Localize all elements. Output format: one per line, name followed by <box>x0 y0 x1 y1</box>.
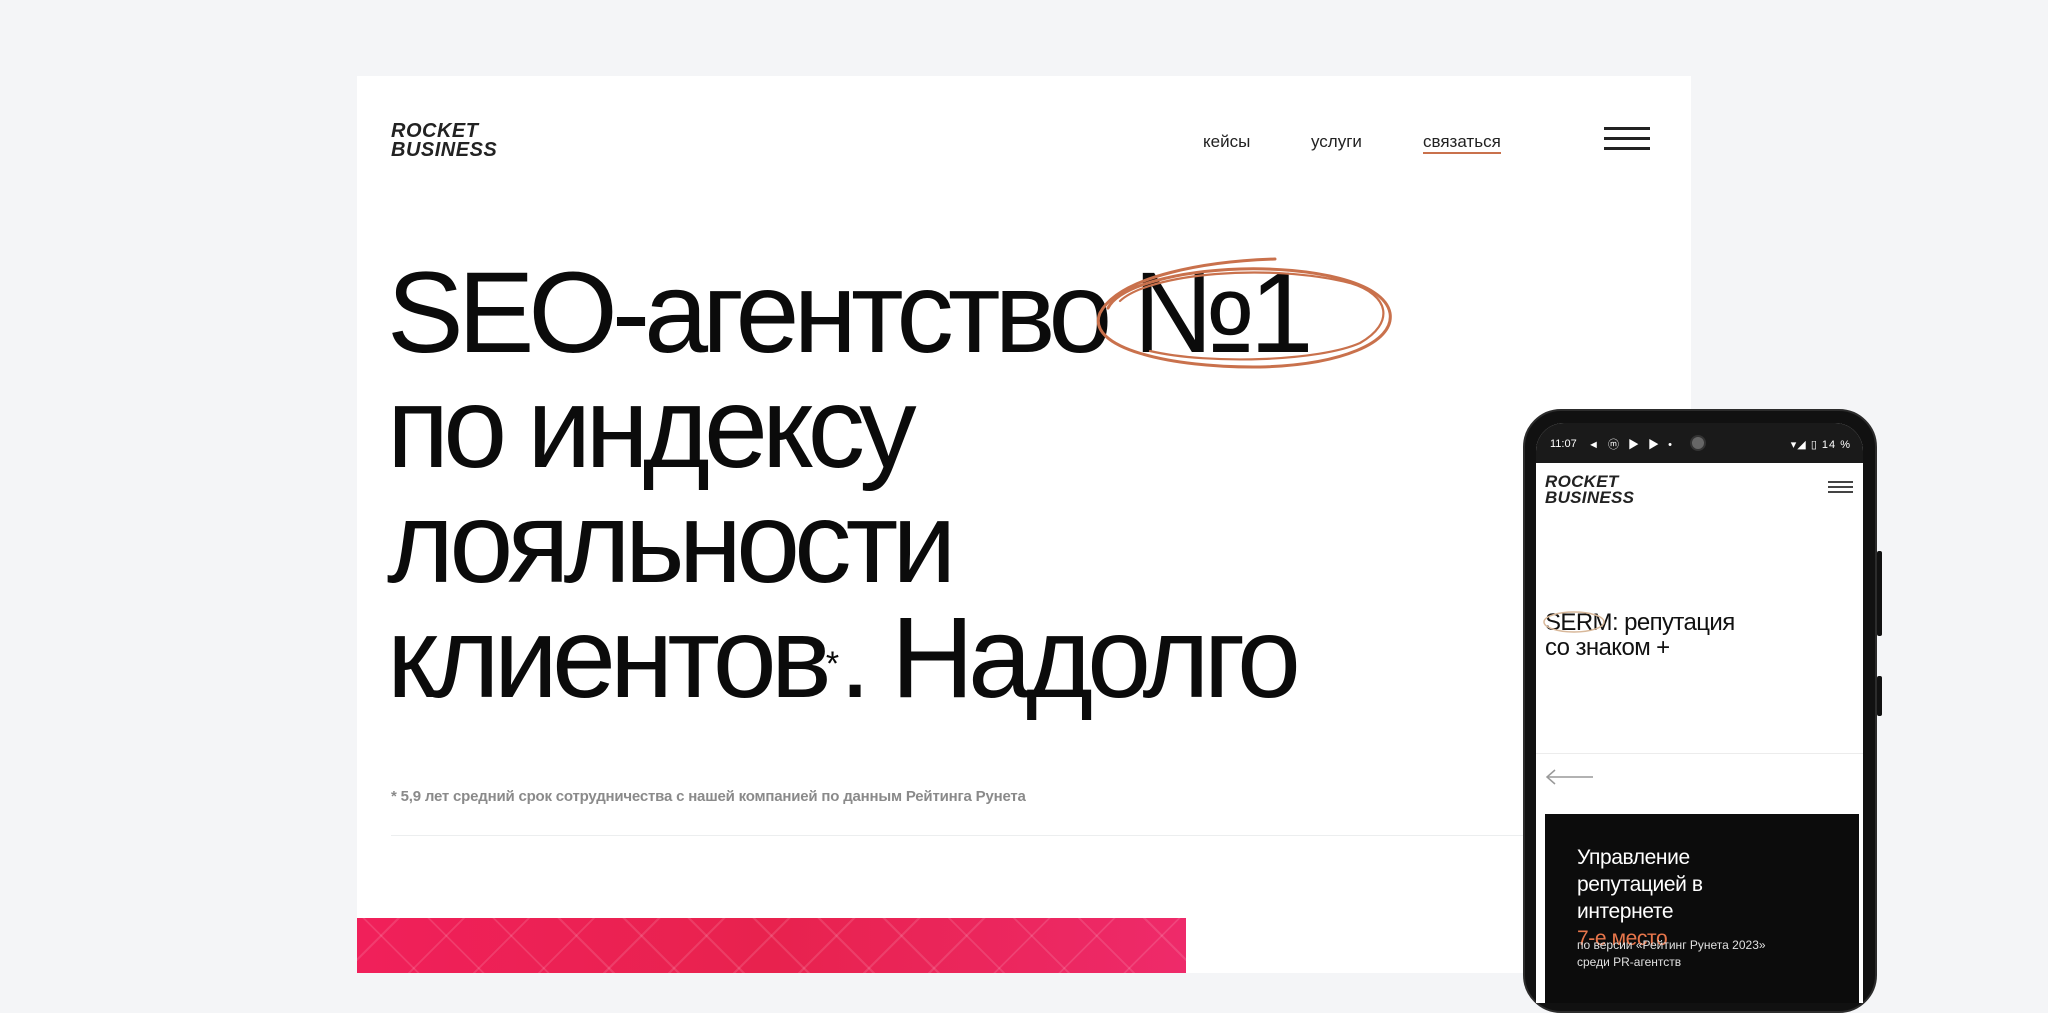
hero-footnote: * 5,9 лет средний срок сотрудничества с … <box>391 788 1026 805</box>
status-battery: ▾◢ ▯ 14 % <box>1790 439 1851 451</box>
arrow-left-icon[interactable] <box>1545 768 1595 786</box>
mobile-brand-line2: BUSINESS <box>1545 488 1635 507</box>
hero-line-4-a: клиентов <box>387 594 832 722</box>
divider <box>391 835 1691 836</box>
hero-line-1: SEO-агентство №1 <box>387 249 1314 377</box>
hero-asterisk: * <box>825 645 840 683</box>
hero-headline: SEO-агентство №1 по индексу лояльности к… <box>387 249 1314 716</box>
phone-mockup: 11:07 ◄ ⓜ ▶ ▶ • ▾◢ ▯ 14 % ROCKET BUSINES… <box>1523 409 1882 1013</box>
mobile-divider <box>1536 753 1863 754</box>
mobile-brand-logo[interactable]: ROCKET BUSINESS <box>1545 473 1635 507</box>
mobile-hamburger-menu-icon[interactable] <box>1828 481 1853 493</box>
brand-logo[interactable]: ROCKET BUSINESS <box>391 121 498 161</box>
status-time: 11:07 <box>1550 438 1577 450</box>
rating-line1: Управление <box>1577 846 1690 869</box>
rating-line3-a: интернете <box>1577 900 1674 923</box>
nav-cases-link[interactable]: кейсы <box>1203 132 1250 151</box>
rating-sub2: среди PR-агентств <box>1577 955 1682 969</box>
phone-status-bar: 11:07 ◄ ⓜ ▶ ▶ • ▾◢ ▯ 14 % <box>1536 423 1863 463</box>
nav-cases[interactable]: кейсы <box>1203 132 1250 152</box>
status-notification-icons: ◄ ⓜ ▶ ▶ • <box>1588 439 1675 451</box>
rating-sub1: по версии «Рейтинг Рунета 2023» <box>1577 938 1766 952</box>
hero-line-4: клиентов*. Надолго <box>387 601 1308 716</box>
nav-services[interactable]: услуги <box>1311 132 1362 152</box>
hero-line-2: по индексу <box>387 364 917 492</box>
mobile-rating-card: Управление репутацией в интернете 7-е ме… <box>1545 814 1859 1003</box>
mobile-scribble-icon <box>1543 611 1605 633</box>
rating-card-title: Управление репутацией в интернете 7-е ме… <box>1577 844 1703 952</box>
hero-line-3: лояльности <box>387 479 957 607</box>
nav-services-link[interactable]: услуги <box>1311 132 1362 151</box>
rating-line2: репутацией в <box>1577 873 1703 896</box>
phone-screen: 11:07 ◄ ⓜ ▶ ▶ • ▾◢ ▯ 14 % ROCKET BUSINES… <box>1536 423 1863 1003</box>
brand-logo-line2: BUSINESS <box>391 139 498 161</box>
promo-banner <box>357 918 1186 973</box>
phone-side-button <box>1877 551 1882 636</box>
rating-card-subtitle: по версии «Рейтинг Рунета 2023» среди PR… <box>1577 937 1766 971</box>
phone-power-button <box>1877 676 1882 716</box>
hero-line-4-b: . Надолго <box>839 594 1301 722</box>
nav-contact-link[interactable]: связаться <box>1423 132 1501 154</box>
nav-contact[interactable]: связаться <box>1423 132 1501 154</box>
camera-icon <box>1690 435 1706 451</box>
page-card: ROCKET BUSINESS кейсы услуги связаться S… <box>357 76 1691 973</box>
mobile-hero-line2: со знаком + <box>1545 634 1670 661</box>
hamburger-menu-icon[interactable] <box>1604 127 1650 152</box>
